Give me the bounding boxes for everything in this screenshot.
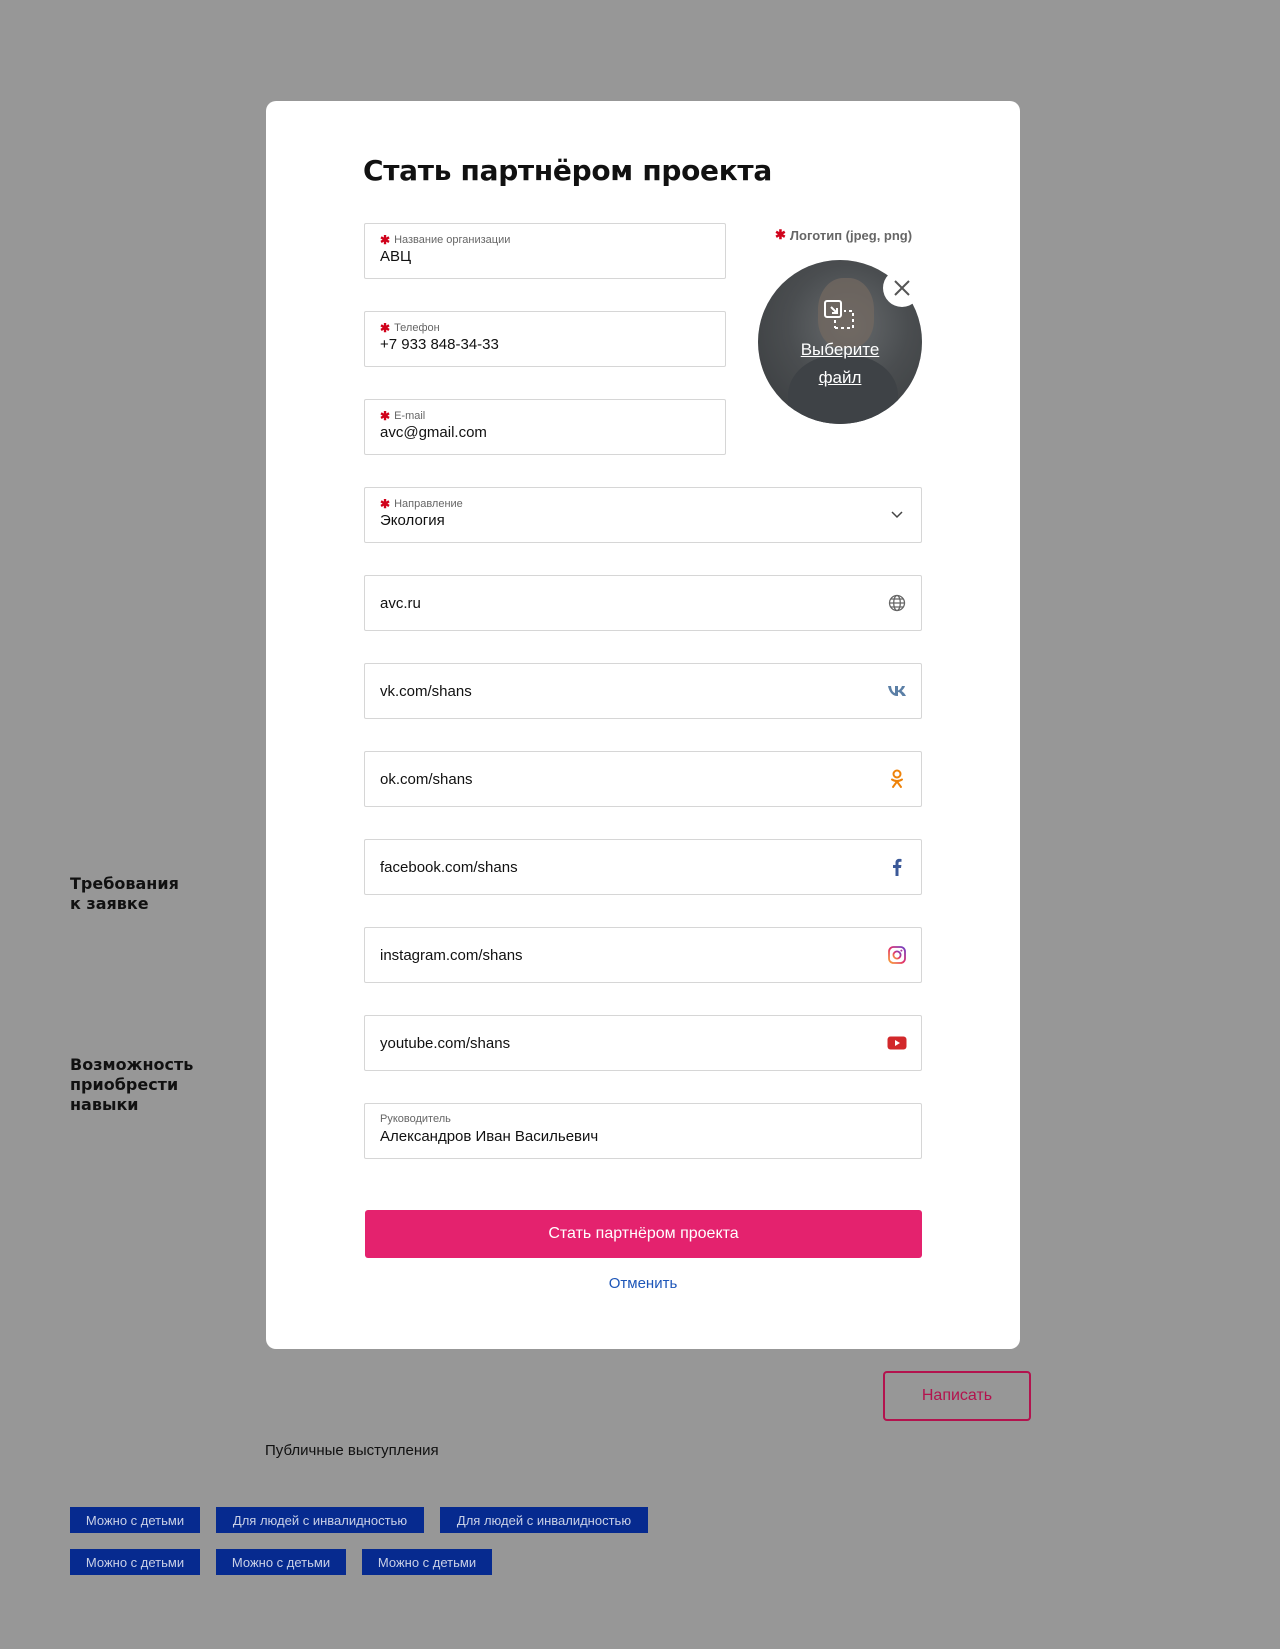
logo-label: ✱ Логотип (jpeg, png) — [775, 227, 913, 243]
cancel-link-label[interactable]: Отменить — [609, 1275, 678, 1292]
direction-value: Экология — [380, 512, 445, 529]
tag-item[interactable]: Можно с детьми — [216, 1549, 346, 1575]
requirements-heading: Требования к заявке — [70, 874, 179, 913]
youtube-field[interactable]: youtube.com/shans — [364, 1015, 922, 1071]
required-icon: ✱ — [775, 227, 786, 242]
choose-file-link[interactable]: Выберите файл — [758, 336, 922, 392]
website-field[interactable]: avc.ru — [364, 575, 922, 631]
required-icon: ✱ — [380, 497, 391, 511]
skills-heading: Возможность приобрести навыки — [70, 1055, 194, 1114]
tag-item[interactable]: Можно с детьми — [70, 1549, 200, 1575]
instagram-icon — [887, 945, 907, 965]
direction-select[interactable]: ✱ Направление Экология — [364, 487, 922, 543]
manager-field[interactable]: Руководитель Александров Иван Васильевич — [364, 1103, 922, 1159]
manager-label: Руководитель — [380, 1113, 451, 1125]
facebook-field[interactable]: facebook.com/shans — [364, 839, 922, 895]
youtube-icon — [887, 1033, 907, 1053]
facebook-value: facebook.com/shans — [380, 859, 518, 876]
tag-item[interactable]: Можно с детьми — [362, 1549, 492, 1575]
vk-field[interactable]: vk.com/shans — [364, 663, 922, 719]
youtube-value: youtube.com/shans — [380, 1035, 511, 1052]
facebook-icon — [887, 857, 907, 877]
manager-value: Александров Иван Васильевич — [380, 1128, 599, 1145]
email-field[interactable]: ✱ E-mail avc@gmail.com — [364, 399, 726, 455]
instagram-field[interactable]: instagram.com/shans — [364, 927, 922, 983]
partner-modal: Стать партнёром проекта ✱ Название орган… — [266, 101, 1020, 1349]
tag-item[interactable]: Можно с детьми — [70, 1507, 200, 1533]
vk-value: vk.com/shans — [380, 683, 472, 700]
chevron-down-icon — [887, 505, 907, 525]
cancel-link[interactable]: Отменить — [266, 1275, 1020, 1292]
public-speaking-text: Публичные выступления — [265, 1442, 439, 1459]
remove-logo-button[interactable] — [883, 269, 921, 307]
ok-field[interactable]: ok.com/shans — [364, 751, 922, 807]
ok-value: ok.com/shans — [380, 771, 473, 788]
submit-button[interactable]: Стать партнёром проекта — [365, 1210, 922, 1258]
org-name-value: АВЦ — [380, 248, 412, 265]
required-icon: ✱ — [380, 321, 391, 335]
org-name-field[interactable]: ✱ Название организации АВЦ — [364, 223, 726, 279]
modal-title: Стать партнёром проекта — [363, 154, 772, 187]
required-icon: ✱ — [380, 409, 391, 423]
phone-label: ✱ Телефон — [380, 321, 440, 335]
instagram-value: instagram.com/shans — [380, 947, 523, 964]
vk-icon — [887, 681, 907, 701]
email-value: avc@gmail.com — [380, 424, 487, 441]
write-button[interactable]: Написать — [883, 1371, 1031, 1421]
phone-field[interactable]: ✱ Телефон +7 933 848-34-33 — [364, 311, 726, 367]
website-value: avc.ru — [380, 595, 421, 612]
org-name-label: ✱ Название организации — [380, 233, 511, 247]
phone-value: +7 933 848-34-33 — [380, 336, 499, 353]
direction-label: ✱ Направление — [380, 497, 463, 511]
required-icon: ✱ — [380, 233, 391, 247]
globe-icon — [887, 593, 907, 613]
odnoklassniki-icon — [887, 769, 907, 789]
tag-item[interactable]: Для людей с инвалидностью — [216, 1507, 424, 1533]
tag-item[interactable]: Для людей с инвалидностью — [440, 1507, 648, 1533]
email-label: ✱ E-mail — [380, 409, 426, 423]
upload-file-icon — [824, 300, 854, 329]
close-icon — [894, 280, 910, 296]
